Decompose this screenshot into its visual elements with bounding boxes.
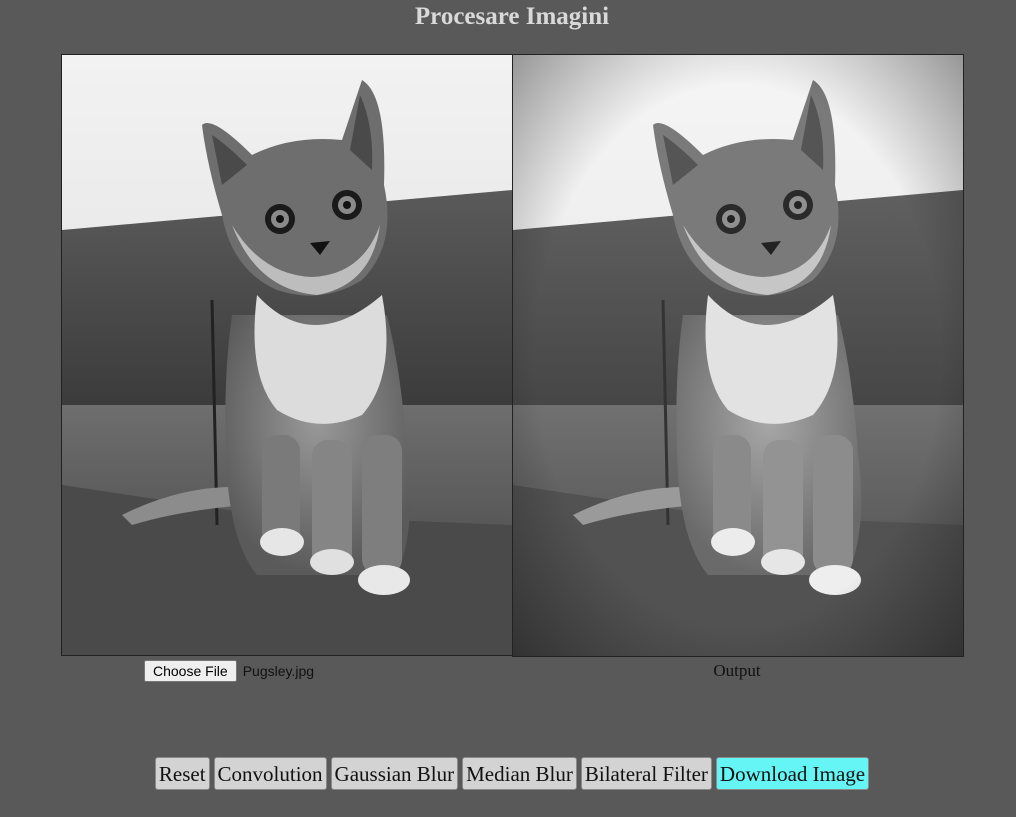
kitten-photo-original [62,55,512,655]
convolution-button[interactable]: Convolution [213,757,327,790]
median-blur-button[interactable]: Median Blur [462,757,577,790]
bilateral-filter-button[interactable]: Bilateral Filter [580,757,712,790]
file-input[interactable]: Choose File Pugsley.jpg [144,660,314,682]
reset-button[interactable]: Reset [154,757,210,790]
page-title: Procesare Imagini [414,3,610,30]
output-label: Output [713,661,761,680]
download-image-button[interactable]: Download Image [715,757,870,790]
gaussian-blur-button[interactable]: Gaussian Blur [330,757,459,790]
input-image [61,54,513,656]
filter-toolbar: Reset Convolution Gaussian Blur Median B… [0,757,1016,790]
output-image [512,54,964,657]
selected-file-name: Pugsley.jpg [242,663,315,679]
kitten-photo-filtered [513,55,963,656]
choose-file-button[interactable]: Choose File [144,660,237,682]
